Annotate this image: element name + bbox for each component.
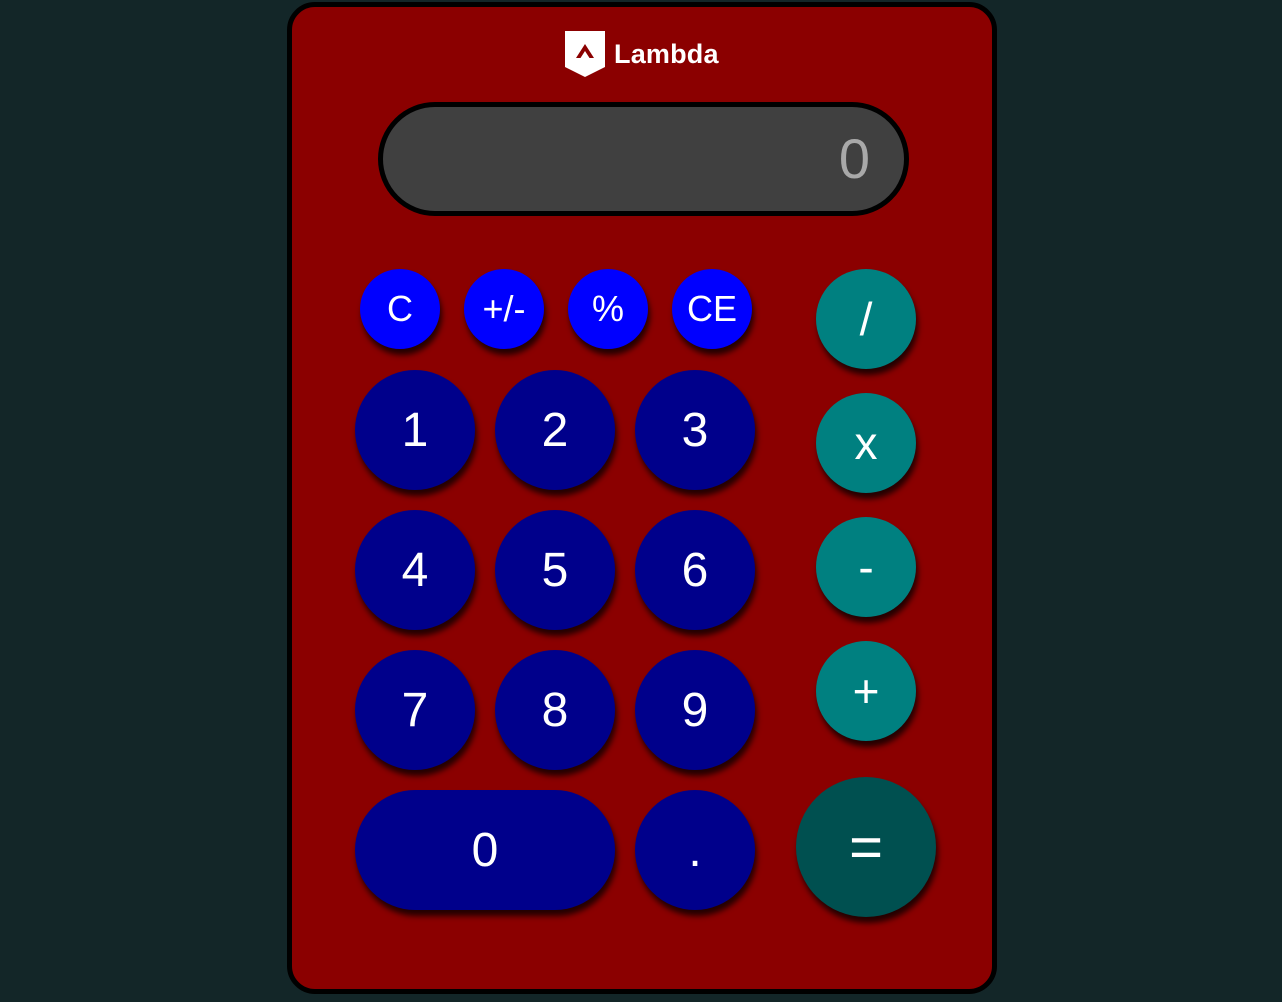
- subtract-button[interactable]: -: [816, 517, 916, 617]
- digit-8-button[interactable]: 8: [495, 650, 615, 770]
- digit-2-button[interactable]: 2: [495, 370, 615, 490]
- multiply-button[interactable]: x: [816, 393, 916, 493]
- lambda-shield-icon: [565, 31, 605, 77]
- digit-5-button[interactable]: 5: [495, 510, 615, 630]
- digit-7-button[interactable]: 7: [355, 650, 475, 770]
- clear-button[interactable]: C: [360, 269, 440, 349]
- digit-6-button[interactable]: 6: [635, 510, 755, 630]
- brand-logo: Lambda: [565, 31, 719, 77]
- digit-3-button[interactable]: 3: [635, 370, 755, 490]
- divide-button[interactable]: /: [816, 269, 916, 369]
- calculator-display: 0: [378, 102, 909, 216]
- digit-4-button[interactable]: 4: [355, 510, 475, 630]
- percent-button[interactable]: %: [568, 269, 648, 349]
- decimal-button[interactable]: .: [635, 790, 755, 910]
- add-button[interactable]: +: [816, 641, 916, 741]
- equals-button[interactable]: =: [796, 777, 936, 917]
- digit-9-button[interactable]: 9: [635, 650, 755, 770]
- digit-0-button[interactable]: 0: [355, 790, 615, 910]
- display-value: 0: [838, 127, 870, 190]
- negate-button[interactable]: +/-: [464, 269, 544, 349]
- digit-1-button[interactable]: 1: [355, 370, 475, 490]
- brand-name: Lambda: [614, 38, 719, 69]
- clear-entry-button[interactable]: CE: [672, 269, 752, 349]
- calculator-body: Lambda 0 C +/- % CE 1 2 3 4 5 6 7 8 9 0 …: [287, 2, 997, 994]
